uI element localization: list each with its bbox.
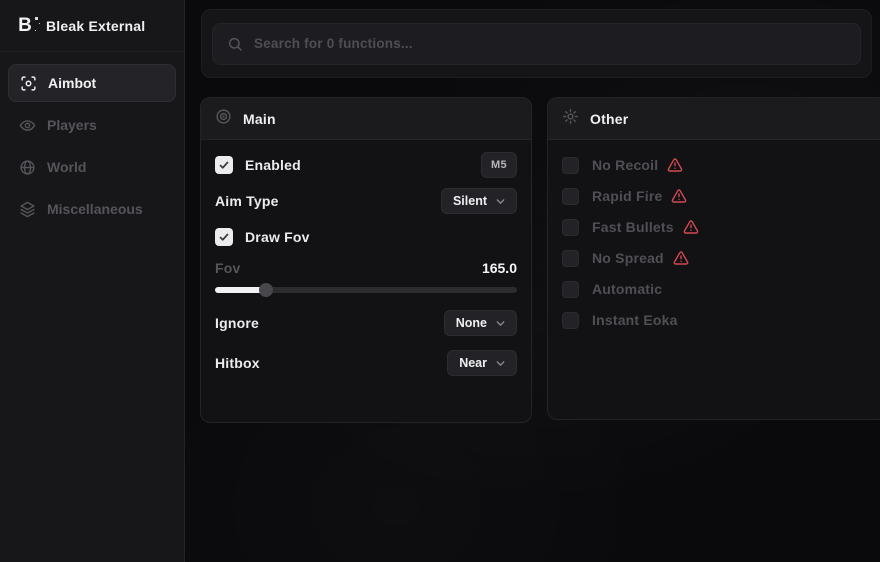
- hitbox-label: Hitbox: [215, 355, 260, 371]
- automatic-label: Automatic: [592, 281, 662, 297]
- sidebar-item-world[interactable]: World: [8, 148, 176, 186]
- sidebar-item-label: Players: [47, 117, 97, 133]
- focus-icon: [20, 75, 37, 92]
- ignore-dropdown[interactable]: None: [444, 310, 517, 336]
- hitbox-dropdown[interactable]: Near: [447, 350, 517, 376]
- sidebar-nav: Aimbot Players World Miscellaneous: [0, 52, 184, 240]
- aim-type-label: Aim Type: [215, 193, 279, 209]
- option-row-rapid-fire: Rapid Fire: [562, 187, 872, 205]
- enabled-keybind-button[interactable]: M5: [481, 152, 517, 178]
- check-icon: [218, 159, 230, 171]
- ignore-value: None: [456, 316, 487, 330]
- fov-value: 165.0: [482, 260, 517, 276]
- fov-row: Fov 165.0: [215, 260, 517, 276]
- chevron-down-icon: [494, 317, 507, 330]
- no-recoil-label: No Recoil: [592, 157, 658, 173]
- chevron-down-icon: [494, 195, 507, 208]
- option-row-fast-bullets: Fast Bullets: [562, 218, 872, 236]
- fov-label: Fov: [215, 260, 241, 276]
- instant-eoka-label: Instant Eoka: [592, 312, 678, 328]
- fov-slider-thumb[interactable]: [259, 283, 273, 297]
- aim-type-row: Aim Type Silent: [215, 188, 517, 214]
- option-row-no-recoil: No Recoil: [562, 156, 872, 174]
- enabled-checkbox[interactable]: [215, 156, 233, 174]
- fast-bullets-label: Fast Bullets: [592, 219, 674, 235]
- instant-eoka-checkbox[interactable]: [562, 312, 579, 329]
- other-panel: Other No Recoil Rapid Fire Fast Bullets: [547, 97, 880, 420]
- rapid-fire-label: Rapid Fire: [592, 188, 662, 204]
- app-title: Bleak External: [46, 18, 145, 34]
- search-input[interactable]: [254, 36, 846, 51]
- app-logo-icon: B: [14, 15, 36, 37]
- main-panel-body: Enabled M5 Aim Type Silent Draw Fov: [201, 152, 531, 376]
- sidebar: B Bleak External Aimbot Players World Mi…: [0, 0, 185, 562]
- main-panel-header: Main: [201, 98, 531, 140]
- hitbox-value: Near: [459, 356, 487, 370]
- main-panel-title: Main: [243, 111, 276, 127]
- search-field[interactable]: [212, 23, 861, 65]
- search-icon: [227, 36, 243, 52]
- aim-type-dropdown[interactable]: Silent: [441, 188, 517, 214]
- gear-icon: [562, 108, 579, 130]
- warning-triangle-icon: [671, 188, 687, 204]
- sidebar-item-label: World: [47, 159, 86, 175]
- logo-letter: B: [18, 15, 32, 37]
- enabled-label: Enabled: [245, 157, 301, 173]
- globe-icon: [19, 159, 36, 176]
- warning-triangle-icon: [683, 219, 699, 235]
- rapid-fire-checkbox[interactable]: [562, 188, 579, 205]
- other-panel-title: Other: [590, 111, 628, 127]
- ignore-label: Ignore: [215, 315, 259, 331]
- other-panel-body: No Recoil Rapid Fire Fast Bullets: [548, 140, 880, 329]
- enabled-row: Enabled M5: [215, 152, 517, 178]
- sidebar-item-miscellaneous[interactable]: Miscellaneous: [8, 190, 176, 228]
- draw-fov-label: Draw Fov: [245, 229, 310, 245]
- app-window: B Bleak External Aimbot Players World Mi…: [0, 0, 880, 562]
- aim-type-value: Silent: [453, 194, 487, 208]
- sidebar-item-players[interactable]: Players: [8, 106, 176, 144]
- hitbox-row: Hitbox Near: [215, 350, 517, 376]
- draw-fov-row: Draw Fov: [215, 227, 517, 247]
- target-icon: [215, 108, 232, 130]
- check-icon: [218, 231, 230, 243]
- main-panel: Main Enabled M5 Aim Type Silent: [200, 97, 532, 423]
- option-row-no-spread: No Spread: [562, 249, 872, 267]
- sidebar-header: B Bleak External: [0, 0, 184, 52]
- no-spread-checkbox[interactable]: [562, 250, 579, 267]
- search-bar: [201, 9, 872, 78]
- warning-triangle-icon: [673, 250, 689, 266]
- layers-icon: [19, 201, 36, 218]
- fov-slider[interactable]: [215, 283, 517, 297]
- option-row-automatic: Automatic: [562, 280, 872, 298]
- other-panel-header: Other: [548, 98, 880, 140]
- eye-icon: [19, 117, 36, 134]
- chevron-down-icon: [494, 357, 507, 370]
- sidebar-item-label: Miscellaneous: [47, 201, 143, 217]
- draw-fov-checkbox[interactable]: [215, 228, 233, 246]
- no-recoil-checkbox[interactable]: [562, 157, 579, 174]
- logo-glitch-pixels: [35, 17, 38, 20]
- sidebar-item-aimbot[interactable]: Aimbot: [8, 64, 176, 102]
- option-row-instant-eoka: Instant Eoka: [562, 311, 872, 329]
- ignore-row: Ignore None: [215, 310, 517, 336]
- sidebar-item-label: Aimbot: [48, 75, 96, 91]
- no-spread-label: No Spread: [592, 250, 664, 266]
- fast-bullets-checkbox[interactable]: [562, 219, 579, 236]
- warning-triangle-icon: [667, 157, 683, 173]
- automatic-checkbox[interactable]: [562, 281, 579, 298]
